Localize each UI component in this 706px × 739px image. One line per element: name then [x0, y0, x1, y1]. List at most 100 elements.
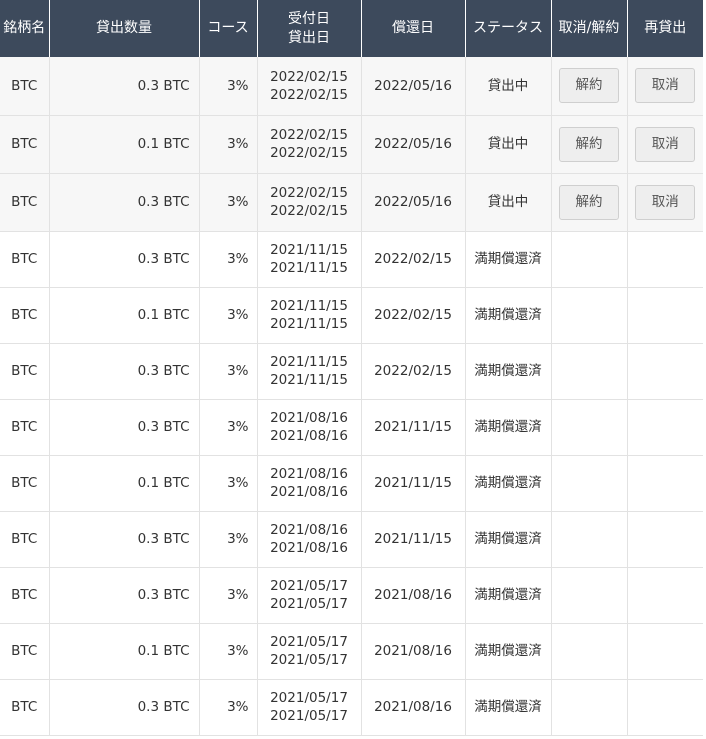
cell-repayment-date: 2021/08/16: [361, 567, 466, 624]
cell-date-lent: 2021/05/17: [270, 596, 348, 612]
cell-amount: 0.3 BTC: [49, 173, 200, 232]
header-amount: 貸出数量: [49, 0, 200, 57]
cell-status: 貸出中: [465, 115, 552, 174]
cell-symbol: BTC: [0, 231, 50, 288]
cell-date-received: 2021/11/15: [270, 354, 348, 370]
cell-amount: 0.3 BTC: [49, 511, 200, 568]
table-body: BTC 0.3 BTC 3% 2022/02/15 2022/02/15 202…: [0, 57, 703, 736]
cell-dates: 2022/02/15 2022/02/15: [257, 115, 362, 174]
cell-date-lent: 2021/08/16: [270, 428, 348, 444]
cell-amount: 0.3 BTC: [49, 679, 200, 736]
table-row: BTC 0.3 BTC 3% 2021/05/17 2021/05/17 202…: [0, 567, 703, 624]
cell-course: 3%: [199, 287, 258, 344]
cell-repayment-date: 2021/11/15: [361, 455, 466, 512]
cell-status: 満期償還済: [465, 623, 552, 680]
cell-course: 3%: [199, 173, 258, 232]
cell-relend: [627, 287, 703, 344]
table-row: BTC 0.3 BTC 3% 2021/11/15 2021/11/15 202…: [0, 343, 703, 400]
cell-symbol: BTC: [0, 287, 50, 344]
cell-dates: 2022/02/15 2022/02/15: [257, 173, 362, 232]
cell-cancel: [551, 679, 628, 736]
cell-status: 貸出中: [465, 57, 552, 116]
header-dates: 受付日 貸出日: [257, 0, 362, 57]
cell-status: 満期償還済: [465, 399, 552, 456]
cancel-button[interactable]: 取消: [635, 184, 696, 220]
cell-repayment-date: 2021/08/16: [361, 679, 466, 736]
table-row: BTC 0.3 BTC 3% 2021/11/15 2021/11/15 202…: [0, 231, 703, 288]
header-row: 銘柄名 貸出数量 コース 受付日 貸出日 償還日 ステータス 取消/解約 再貸出: [0, 0, 703, 57]
cell-date-lent: 2021/08/16: [270, 540, 348, 556]
cell-cancel: [551, 343, 628, 400]
cell-repayment-date: 2022/05/16: [361, 57, 466, 116]
terminate-button[interactable]: 解約: [559, 126, 619, 162]
cell-dates: 2021/11/15 2021/11/15: [257, 343, 362, 400]
cancel-button[interactable]: 取消: [635, 126, 696, 162]
cell-amount: 0.3 BTC: [49, 399, 200, 456]
cancel-button[interactable]: 取消: [635, 68, 696, 104]
cell-date-received: 2021/08/16: [270, 522, 348, 538]
cell-date-received: 2021/05/17: [270, 634, 348, 650]
cell-symbol: BTC: [0, 343, 50, 400]
cell-dates: 2021/05/17 2021/05/17: [257, 567, 362, 624]
cell-repayment-date: 2021/11/15: [361, 511, 466, 568]
cell-status: 満期償還済: [465, 231, 552, 288]
cell-dates: 2021/08/16 2021/08/16: [257, 511, 362, 568]
cell-amount: 0.3 BTC: [49, 57, 200, 116]
cell-repayment-date: 2021/11/15: [361, 399, 466, 456]
table-row: BTC 0.1 BTC 3% 2021/08/16 2021/08/16 202…: [0, 455, 703, 512]
cell-amount: 0.1 BTC: [49, 455, 200, 512]
cell-symbol: BTC: [0, 511, 50, 568]
cell-symbol: BTC: [0, 623, 50, 680]
terminate-button[interactable]: 解約: [559, 68, 619, 104]
cell-date-lent: 2021/11/15: [270, 372, 348, 388]
cell-course: 3%: [199, 567, 258, 624]
cell-status: 満期償還済: [465, 511, 552, 568]
table-row: BTC 0.3 BTC 3% 2021/08/16 2021/08/16 202…: [0, 399, 703, 456]
cell-date-received: 2022/02/15: [270, 127, 348, 143]
cell-date-lent: 2021/08/16: [270, 484, 348, 500]
terminate-button[interactable]: 解約: [559, 184, 619, 220]
cell-date-received: 2021/08/16: [270, 410, 348, 426]
cell-status: 満期償還済: [465, 287, 552, 344]
cell-course: 3%: [199, 455, 258, 512]
cell-date-received: 2021/11/15: [270, 298, 348, 314]
cell-cancel: [551, 455, 628, 512]
table-row: BTC 0.1 BTC 3% 2021/11/15 2021/11/15 202…: [0, 287, 703, 344]
header-course: コース: [199, 0, 258, 57]
cell-cancel: [551, 567, 628, 624]
cell-status: 満期償還済: [465, 679, 552, 736]
cell-cancel: 解約: [551, 173, 628, 232]
cell-cancel: 解約: [551, 57, 628, 116]
cell-date-received: 2022/02/15: [270, 185, 348, 201]
cell-course: 3%: [199, 511, 258, 568]
cell-relend: [627, 231, 703, 288]
table-row: BTC 0.3 BTC 3% 2021/08/16 2021/08/16 202…: [0, 511, 703, 568]
cell-date-lent: 2022/02/15: [270, 145, 348, 161]
cell-symbol: BTC: [0, 567, 50, 624]
cell-course: 3%: [199, 231, 258, 288]
cell-course: 3%: [199, 679, 258, 736]
table-row: BTC 0.3 BTC 3% 2021/05/17 2021/05/17 202…: [0, 679, 703, 736]
cell-amount: 0.1 BTC: [49, 115, 200, 174]
cell-status: 満期償還済: [465, 343, 552, 400]
cell-date-received: 2021/11/15: [270, 242, 348, 258]
cell-dates: 2021/08/16 2021/08/16: [257, 399, 362, 456]
cell-symbol: BTC: [0, 455, 50, 512]
cell-cancel: [551, 231, 628, 288]
header-status: ステータス: [465, 0, 552, 57]
cell-relend: [627, 455, 703, 512]
cell-date-lent: 2021/11/15: [270, 316, 348, 332]
cell-cancel: [551, 623, 628, 680]
cell-status: 満期償還済: [465, 567, 552, 624]
cell-relend: 取消: [627, 115, 703, 174]
cell-amount: 0.1 BTC: [49, 623, 200, 680]
header-symbol: 銘柄名: [0, 0, 50, 57]
table-row: BTC 0.1 BTC 3% 2022/02/15 2022/02/15 202…: [0, 115, 703, 174]
cell-relend: [627, 343, 703, 400]
cell-date-lent: 2022/02/15: [270, 203, 348, 219]
cell-relend: 取消: [627, 57, 703, 116]
cell-dates: 2021/11/15 2021/11/15: [257, 287, 362, 344]
cell-amount: 0.1 BTC: [49, 287, 200, 344]
cell-date-lent: 2022/02/15: [270, 86, 348, 103]
cell-date-lent: 2021/11/15: [270, 260, 348, 276]
